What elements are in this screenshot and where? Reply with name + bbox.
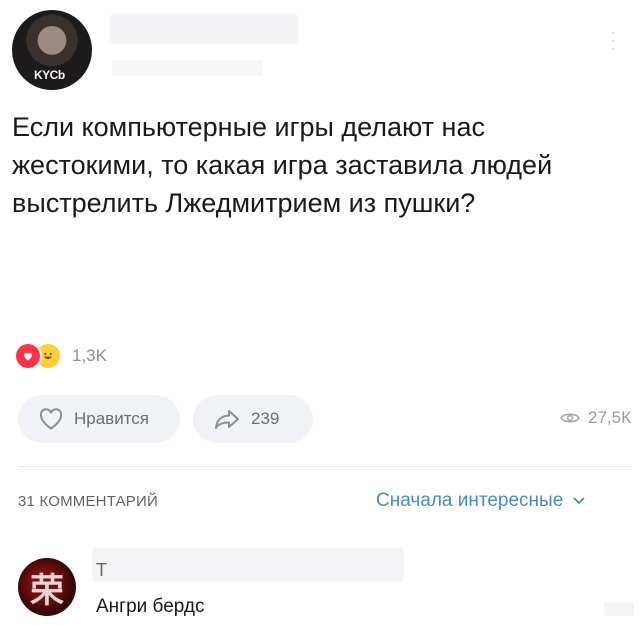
like-label: Нравится bbox=[74, 409, 150, 428]
commenter-name-redacted bbox=[92, 548, 404, 582]
chevron-down-icon bbox=[573, 497, 585, 505]
comment-text: Ангри бердс bbox=[96, 596, 205, 617]
like-button[interactable]: Нравится bbox=[18, 395, 180, 443]
share-arrow-icon bbox=[213, 407, 241, 431]
heart-outline-icon bbox=[38, 407, 64, 431]
commenter-initial: Т bbox=[96, 560, 107, 580]
post-text: Если компьютерные игры делают нас жесток… bbox=[12, 112, 553, 218]
eye-icon bbox=[560, 411, 580, 425]
author-avatar[interactable]: KYCb bbox=[12, 10, 92, 90]
divider bbox=[18, 466, 632, 467]
views-count: 27,5К bbox=[588, 408, 631, 427]
sort-dropdown[interactable]: Сначала интересные bbox=[376, 490, 585, 512]
commenter-avatar[interactable]: 荣 bbox=[18, 558, 76, 616]
reactions-count: 1,3K bbox=[72, 346, 107, 365]
more-options-icon[interactable]: · · · bbox=[608, 23, 618, 57]
share-count: 239 bbox=[251, 409, 280, 428]
heart-icon bbox=[14, 342, 42, 370]
author-subtitle-redacted bbox=[112, 60, 262, 76]
share-button[interactable]: 239 bbox=[193, 395, 313, 443]
avatar-glyph: 荣 bbox=[30, 571, 64, 610]
avatar-tag: KYCb bbox=[34, 68, 65, 82]
reactions-summary[interactable]: 1,3K bbox=[14, 342, 107, 370]
comment-meta-redacted bbox=[604, 602, 634, 616]
views-counter: 27,5К bbox=[560, 408, 631, 428]
comments-count: 31 КОММЕНТАРИЙ bbox=[18, 493, 158, 510]
sort-label: Сначала интересные bbox=[376, 490, 564, 511]
author-name-redacted bbox=[110, 14, 298, 44]
